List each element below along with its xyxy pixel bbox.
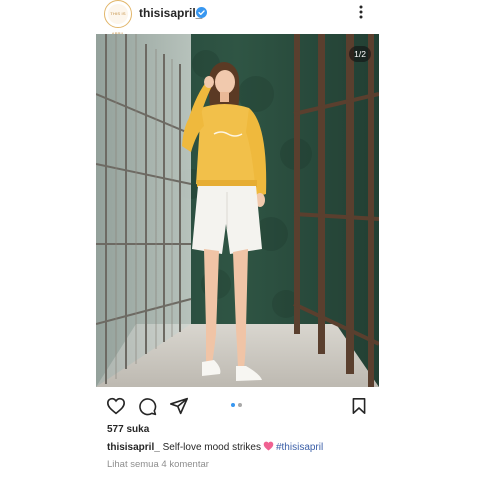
view-all-comments-link[interactable]: Lihat semua 4 komentar	[107, 459, 209, 470]
caption-hashtag[interactable]: #thisisapril	[276, 442, 323, 453]
carousel-dot	[238, 403, 242, 407]
post-photo[interactable]: 1/2	[96, 34, 379, 387]
post-header: THIS IS APRIL thisisapril_	[0, 0, 477, 36]
likes-count[interactable]: 577 suka	[107, 424, 149, 435]
caption-text: Self-love mood strikes	[162, 442, 261, 453]
photo-illustration	[96, 34, 379, 387]
username[interactable]: thisisapril_	[139, 6, 202, 20]
caption: thisisapril_ Self-love mood strikes #this…	[107, 441, 323, 453]
avatar[interactable]: THIS IS APRIL	[104, 0, 132, 36]
more-options-icon[interactable]	[356, 4, 366, 20]
bookmark-icon[interactable]	[351, 397, 367, 415]
comment-icon[interactable]	[138, 397, 157, 416]
pink-heart-icon	[263, 441, 274, 451]
verified-badge-icon	[196, 7, 207, 18]
page-counter: 1/2	[349, 46, 371, 62]
carousel-dot-active	[231, 403, 235, 407]
share-icon[interactable]	[169, 397, 189, 415]
heart-icon[interactable]	[106, 397, 126, 415]
avatar-logo: THIS IS APRIL	[108, 4, 128, 36]
caption-username[interactable]: thisisapril_	[107, 442, 160, 453]
